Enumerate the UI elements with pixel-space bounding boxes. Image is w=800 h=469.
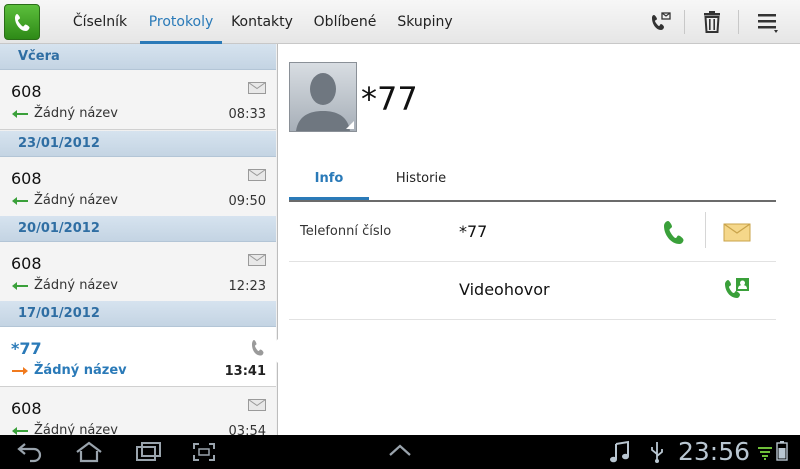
message-icon bbox=[723, 223, 751, 242]
entry-time: 09:50 bbox=[228, 194, 266, 209]
video-call-icon bbox=[725, 278, 749, 298]
date-header: 17/01/2012 bbox=[0, 301, 276, 327]
entry-number: 608 bbox=[11, 82, 42, 101]
toolbar-divider bbox=[738, 10, 739, 34]
call-log-entry[interactable]: 608 Žádný název 09:50 bbox=[0, 157, 276, 217]
status-clock: 23:56 bbox=[678, 437, 751, 466]
message-icon bbox=[248, 82, 266, 94]
entry-time: 08:33 bbox=[228, 107, 266, 122]
usb-icon bbox=[651, 442, 663, 463]
system-bar: 23:56 bbox=[0, 435, 800, 469]
phone-number-label: Telefonní číslo bbox=[300, 224, 392, 239]
tab-groups[interactable]: Skupiny bbox=[390, 0, 460, 44]
tab-dialer[interactable]: Číselník bbox=[62, 0, 138, 44]
call-log-entry-selected[interactable]: *77 Žádný název 13:41 bbox=[0, 327, 276, 387]
person-silhouette-icon bbox=[296, 73, 354, 131]
entry-time: 13:41 bbox=[224, 364, 266, 379]
phone-app: Číselník Protokoly Kontakty Oblíbené Sku… bbox=[0, 0, 800, 469]
date-header: 23/01/2012 bbox=[0, 131, 276, 157]
phone-app-icon[interactable] bbox=[4, 4, 40, 40]
back-icon[interactable] bbox=[16, 440, 44, 464]
wifi-icon bbox=[758, 447, 772, 460]
toolbar-divider bbox=[684, 10, 685, 34]
outgoing-arrow-icon bbox=[12, 367, 28, 375]
incoming-arrow-icon bbox=[12, 427, 28, 435]
incoming-arrow-icon bbox=[12, 110, 28, 118]
incoming-arrow-icon bbox=[12, 282, 28, 290]
date-header: 20/01/2012 bbox=[0, 216, 276, 242]
tab-history[interactable]: Historie bbox=[381, 164, 461, 200]
avatar[interactable] bbox=[289, 62, 357, 132]
action-bar: Číselník Protokoly Kontakty Oblíbené Sku… bbox=[0, 0, 800, 44]
entry-name: Žádný název bbox=[34, 278, 118, 293]
phone-call-icon bbox=[252, 340, 264, 356]
battery-icon bbox=[776, 441, 788, 461]
tab-contacts[interactable]: Kontakty bbox=[226, 0, 298, 44]
call-log-list[interactable]: Včera 608 Žádný název 08:33 23/01/2012 6… bbox=[0, 44, 278, 435]
selection-pointer bbox=[266, 339, 278, 363]
call-log-entry[interactable]: 608 Žádný název 03:54 bbox=[0, 387, 276, 435]
contact-detail-panel: *77 Info Historie Telefonní číslo *77 Vi… bbox=[279, 44, 800, 435]
send-message-button[interactable] bbox=[721, 216, 753, 248]
recent-apps-icon[interactable] bbox=[134, 440, 164, 464]
menu-icon[interactable] bbox=[754, 8, 782, 36]
entry-number: 608 bbox=[11, 399, 42, 418]
voicemail-icon[interactable] bbox=[647, 8, 675, 36]
call-button[interactable] bbox=[659, 216, 691, 248]
entry-name: Žádný název bbox=[34, 423, 118, 435]
video-call-button[interactable] bbox=[721, 274, 753, 306]
message-icon bbox=[248, 169, 266, 181]
screenshot-icon[interactable] bbox=[190, 440, 218, 464]
call-log-entry[interactable]: 608 Žádný název 12:23 bbox=[0, 242, 276, 302]
tab-favorites[interactable]: Oblíbené bbox=[306, 0, 384, 44]
entry-number: 608 bbox=[11, 169, 42, 188]
expand-up-icon[interactable] bbox=[387, 440, 413, 460]
tab-logs[interactable]: Protokoly bbox=[140, 0, 222, 44]
entry-name: Žádný název bbox=[34, 363, 127, 378]
detail-tab-bar: Info Historie bbox=[289, 164, 776, 202]
phone-number-row: Telefonní číslo *77 bbox=[289, 204, 776, 262]
phone-icon bbox=[664, 221, 684, 244]
entry-number: *77 bbox=[11, 339, 42, 358]
entry-time: 03:54 bbox=[228, 424, 266, 435]
tab-info[interactable]: Info bbox=[289, 164, 369, 200]
entry-number: 608 bbox=[11, 254, 42, 273]
contact-name: *77 bbox=[361, 80, 418, 118]
row-divider bbox=[705, 212, 706, 248]
home-icon[interactable] bbox=[74, 440, 104, 464]
call-log-entry[interactable]: 608 Žádný název 08:33 bbox=[0, 70, 276, 130]
music-note-icon bbox=[610, 440, 629, 463]
message-icon bbox=[248, 254, 266, 266]
entry-time: 12:23 bbox=[228, 279, 266, 294]
phone-number-value: *77 bbox=[459, 222, 488, 241]
incoming-arrow-icon bbox=[12, 197, 28, 205]
video-call-value: Videohovor bbox=[459, 280, 550, 299]
video-call-row: Videohovor bbox=[289, 262, 776, 320]
entry-name: Žádný název bbox=[34, 106, 118, 121]
entry-name: Žádný název bbox=[34, 193, 118, 208]
date-header: Včera bbox=[0, 44, 276, 70]
message-icon bbox=[248, 399, 266, 411]
trash-icon[interactable] bbox=[698, 8, 726, 36]
